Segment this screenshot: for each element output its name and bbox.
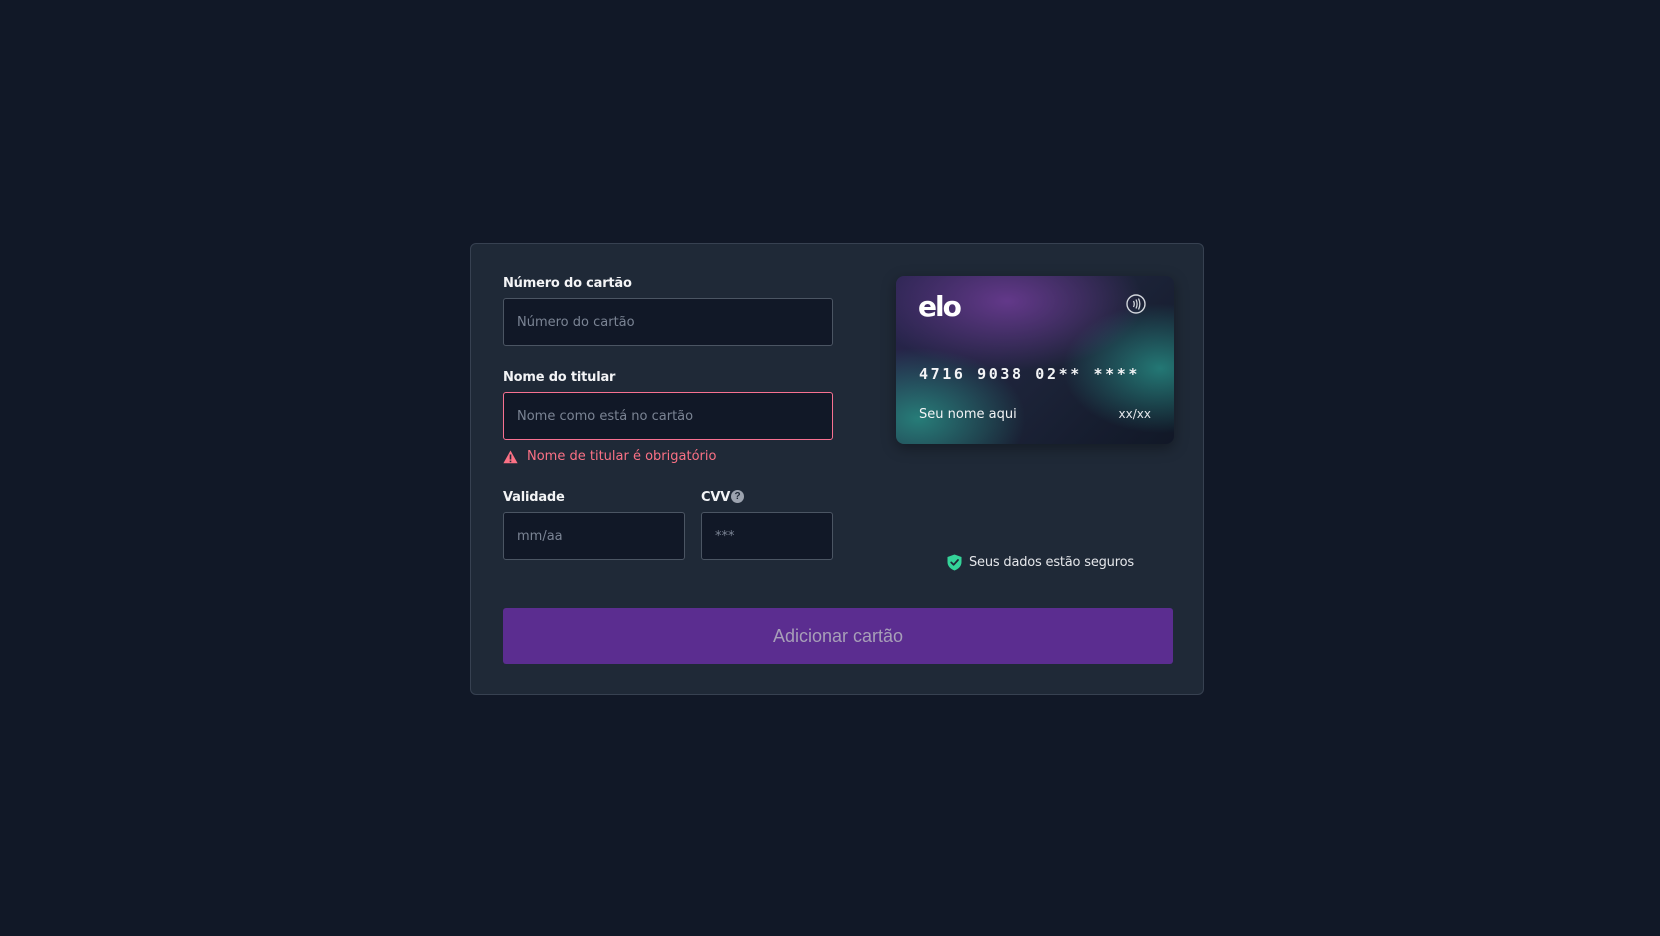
shield-check-icon (947, 554, 962, 571)
holder-name-error: Nome de titular é obrigatório (503, 449, 716, 464)
holder-name-error-text: Nome de titular é obrigatório (527, 449, 717, 464)
secure-note-text: Seus dados estão seguros (969, 555, 1134, 570)
warning-icon (503, 450, 518, 463)
cvv-input[interactable] (701, 512, 833, 560)
expiry-label: Validade (503, 490, 565, 505)
card-number-input[interactable] (503, 298, 833, 346)
add-card-button[interactable]: Adicionar cartão (503, 608, 1173, 664)
cvv-label: CVV (701, 490, 731, 505)
secure-note: Seus dados estão seguros (947, 554, 1134, 571)
card-brand-logo: elo (918, 290, 962, 323)
card-preview-number: 4716 9038 02** **** (919, 365, 1140, 383)
card-number-label: Número do cartão (503, 276, 632, 291)
card-preview: elo 4716 9038 02** **** Seu nome aqui xx… (896, 276, 1174, 444)
expiry-input[interactable] (503, 512, 685, 560)
add-card-panel: Número do cartão Nome do titular Nome de… (470, 243, 1204, 695)
holder-name-label: Nome do titular (503, 370, 616, 385)
contactless-icon (1126, 294, 1146, 314)
holder-name-input[interactable] (503, 392, 833, 440)
card-preview-holder: Seu nome aqui (919, 407, 1017, 422)
card-preview-expiry: xx/xx (1118, 407, 1151, 421)
help-icon[interactable]: ? (731, 490, 744, 503)
